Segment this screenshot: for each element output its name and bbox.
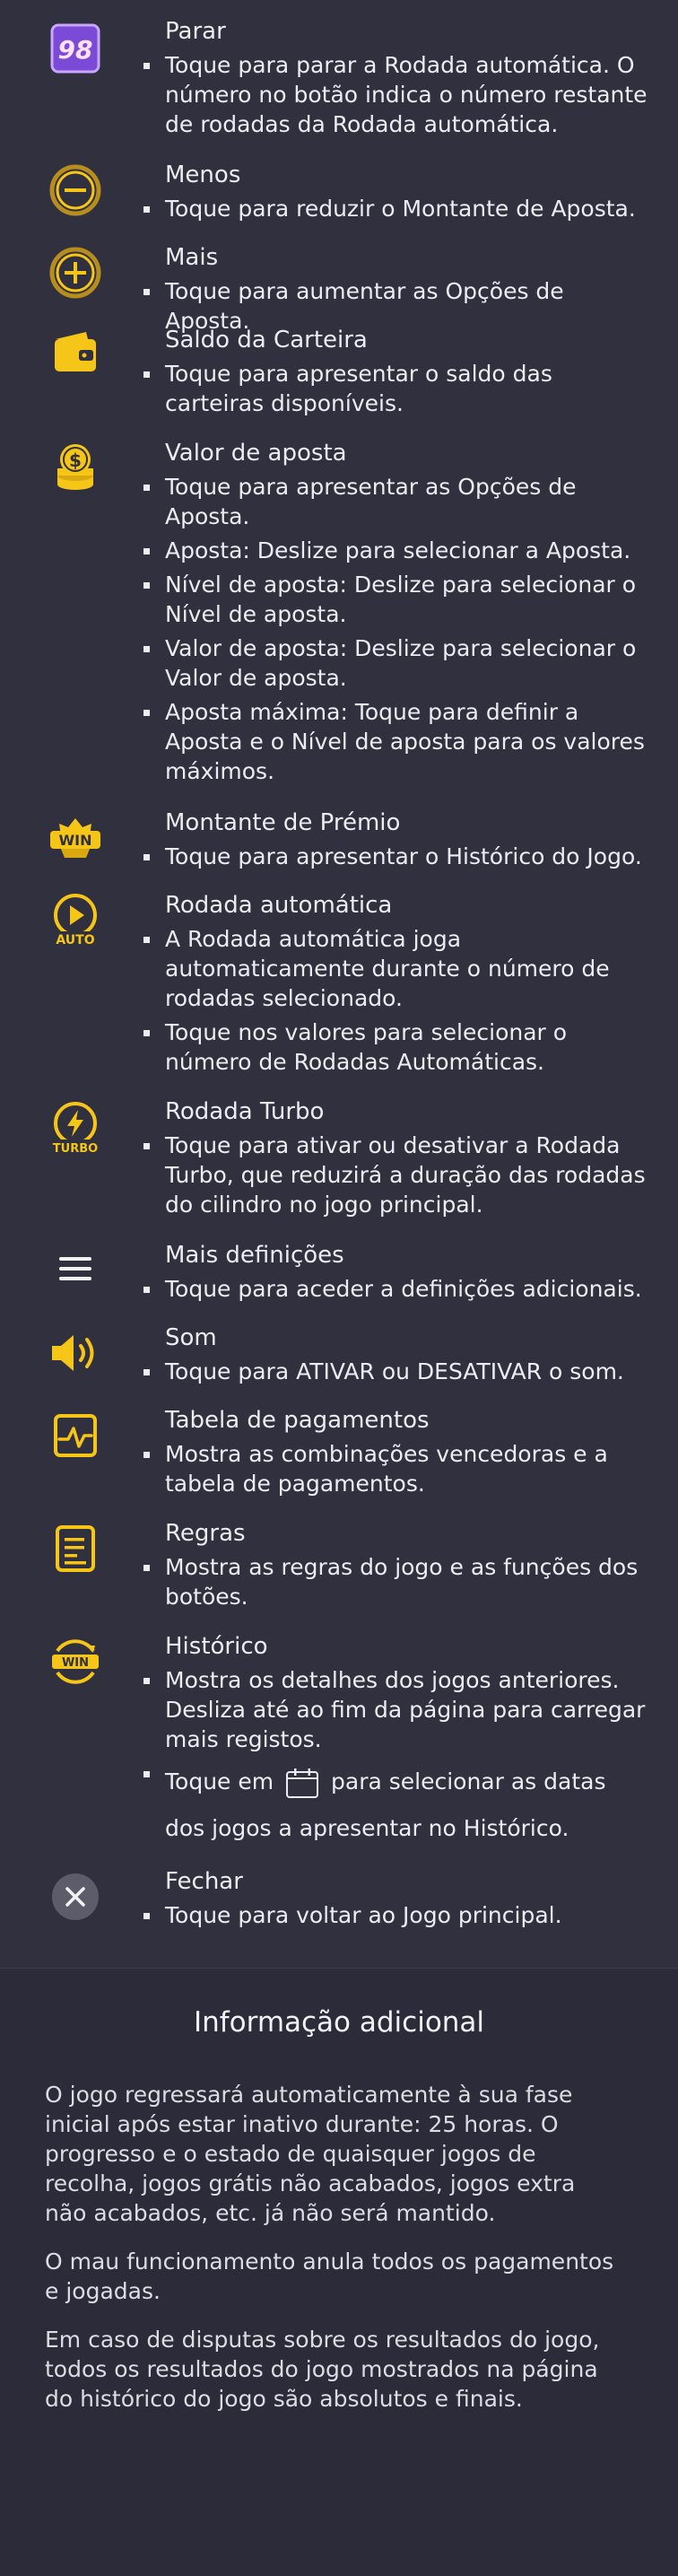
stop-counter-icon: 98 bbox=[47, 20, 104, 77]
help-item-bullet: Toque para apresentar o Histórico do Jog… bbox=[143, 842, 649, 871]
menu-icon bbox=[47, 1240, 104, 1297]
win-icon: WIN bbox=[47, 809, 104, 867]
help-item-title: Fechar bbox=[165, 1868, 243, 1895]
help-item-title: Saldo da Carteira bbox=[165, 327, 368, 354]
svg-text:$: $ bbox=[69, 450, 82, 471]
help-item-title: Som bbox=[165, 1324, 217, 1351]
svg-text:WIN: WIN bbox=[59, 832, 92, 849]
help-item-bullet: Toque para aceder a definições adicionai… bbox=[143, 1274, 649, 1304]
calendar-icon bbox=[284, 1767, 320, 1799]
plus-icon bbox=[47, 244, 104, 301]
help-item-bullet: Toque para voltar ao Jogo principal. bbox=[143, 1900, 649, 1930]
close-icon bbox=[47, 1868, 104, 1925]
help-item-title: Tabela de pagamentos bbox=[165, 1407, 430, 1434]
help-item-bullet: Nível de aposta: Deslize para selecionar… bbox=[143, 570, 649, 629]
help-item-bullet: Toque nos valores para selecionar o núme… bbox=[143, 1017, 649, 1077]
help-item-bullet: Mostra as regras do jogo e as funções do… bbox=[143, 1552, 649, 1611]
paytable-icon bbox=[47, 1407, 104, 1464]
additional-info-paragraph: O mau funcionamento anula todos os pagam… bbox=[45, 2249, 614, 2304]
coins-icon: $ bbox=[47, 440, 104, 497]
svg-text:AUTO: AUTO bbox=[56, 933, 94, 947]
help-item-title: Parar bbox=[165, 18, 226, 45]
calendar-bullet-before: Toque em bbox=[165, 1768, 274, 1794]
help-page: 98 Parar Toque para parar a Rodada autom… bbox=[0, 0, 678, 2576]
help-item-bullet-calendar: Toque em para selecionar as datas dos jo… bbox=[143, 1759, 649, 1852]
wallet-icon bbox=[47, 323, 104, 380]
rules-icon bbox=[47, 1520, 104, 1577]
help-item-bullet: Toque para ATIVAR ou DESATIVAR o som. bbox=[143, 1357, 649, 1386]
history-icon: WIN bbox=[47, 1633, 104, 1690]
help-item-bullet: Toque para parar a Rodada automática. O … bbox=[143, 50, 649, 139]
help-item-title: Histórico bbox=[165, 1633, 268, 1660]
sound-icon bbox=[47, 1324, 104, 1382]
help-item-bullet: Toque para apresentar as Opções de Apost… bbox=[143, 472, 649, 531]
help-item-bullet: Aposta: Deslize para selecionar a Aposta… bbox=[143, 536, 649, 565]
svg-text:WIN: WIN bbox=[62, 1656, 89, 1670]
minus-icon bbox=[47, 162, 104, 219]
additional-info-paragraph: Em caso de disputas sobre os resultados … bbox=[45, 2327, 600, 2412]
additional-info-heading: Informação adicional bbox=[193, 2006, 485, 2039]
help-item-title: Valor de aposta bbox=[165, 440, 347, 467]
help-item-bullet: Valor de aposta: Deslize para selecionar… bbox=[143, 633, 649, 693]
help-item-bullet: Mostra as combinações vencedoras e a tab… bbox=[143, 1439, 649, 1498]
help-item-bullet: Aposta máxima: Toque para definir a Apos… bbox=[143, 697, 649, 786]
help-item-bullet: Toque para reduzir o Montante de Aposta. bbox=[143, 194, 649, 223]
help-item-title: Rodada automática bbox=[165, 892, 393, 919]
help-item-bullet: A Rodada automática joga automaticamente… bbox=[143, 924, 649, 1013]
help-item-title: Mais definições bbox=[165, 1242, 344, 1269]
svg-text:98: 98 bbox=[58, 35, 93, 65]
help-item-bullet: Toque para ativar ou desativar a Rodada … bbox=[143, 1131, 649, 1219]
help-item-title: Mais bbox=[165, 244, 219, 271]
svg-text:TURBO: TURBO bbox=[53, 1142, 98, 1156]
help-item-title: Rodada Turbo bbox=[165, 1098, 325, 1125]
help-item-bullet: Mostra os detalhes dos jogos anteriores.… bbox=[143, 1665, 649, 1754]
turbo-icon: TURBO bbox=[47, 1100, 104, 1157]
help-item-title: Regras bbox=[165, 1520, 246, 1547]
help-item-title: Menos bbox=[165, 162, 241, 188]
help-item-title: Montante de Prémio bbox=[165, 809, 401, 836]
autoplay-icon: AUTO bbox=[47, 892, 104, 949]
help-item-bullet: Toque para apresentar o saldo das cartei… bbox=[143, 359, 649, 418]
additional-info-paragraph: O jogo regressará automaticamente à sua … bbox=[45, 2082, 576, 2226]
additional-info-section: Informação adicional O jogo regressará a… bbox=[0, 1969, 678, 2576]
